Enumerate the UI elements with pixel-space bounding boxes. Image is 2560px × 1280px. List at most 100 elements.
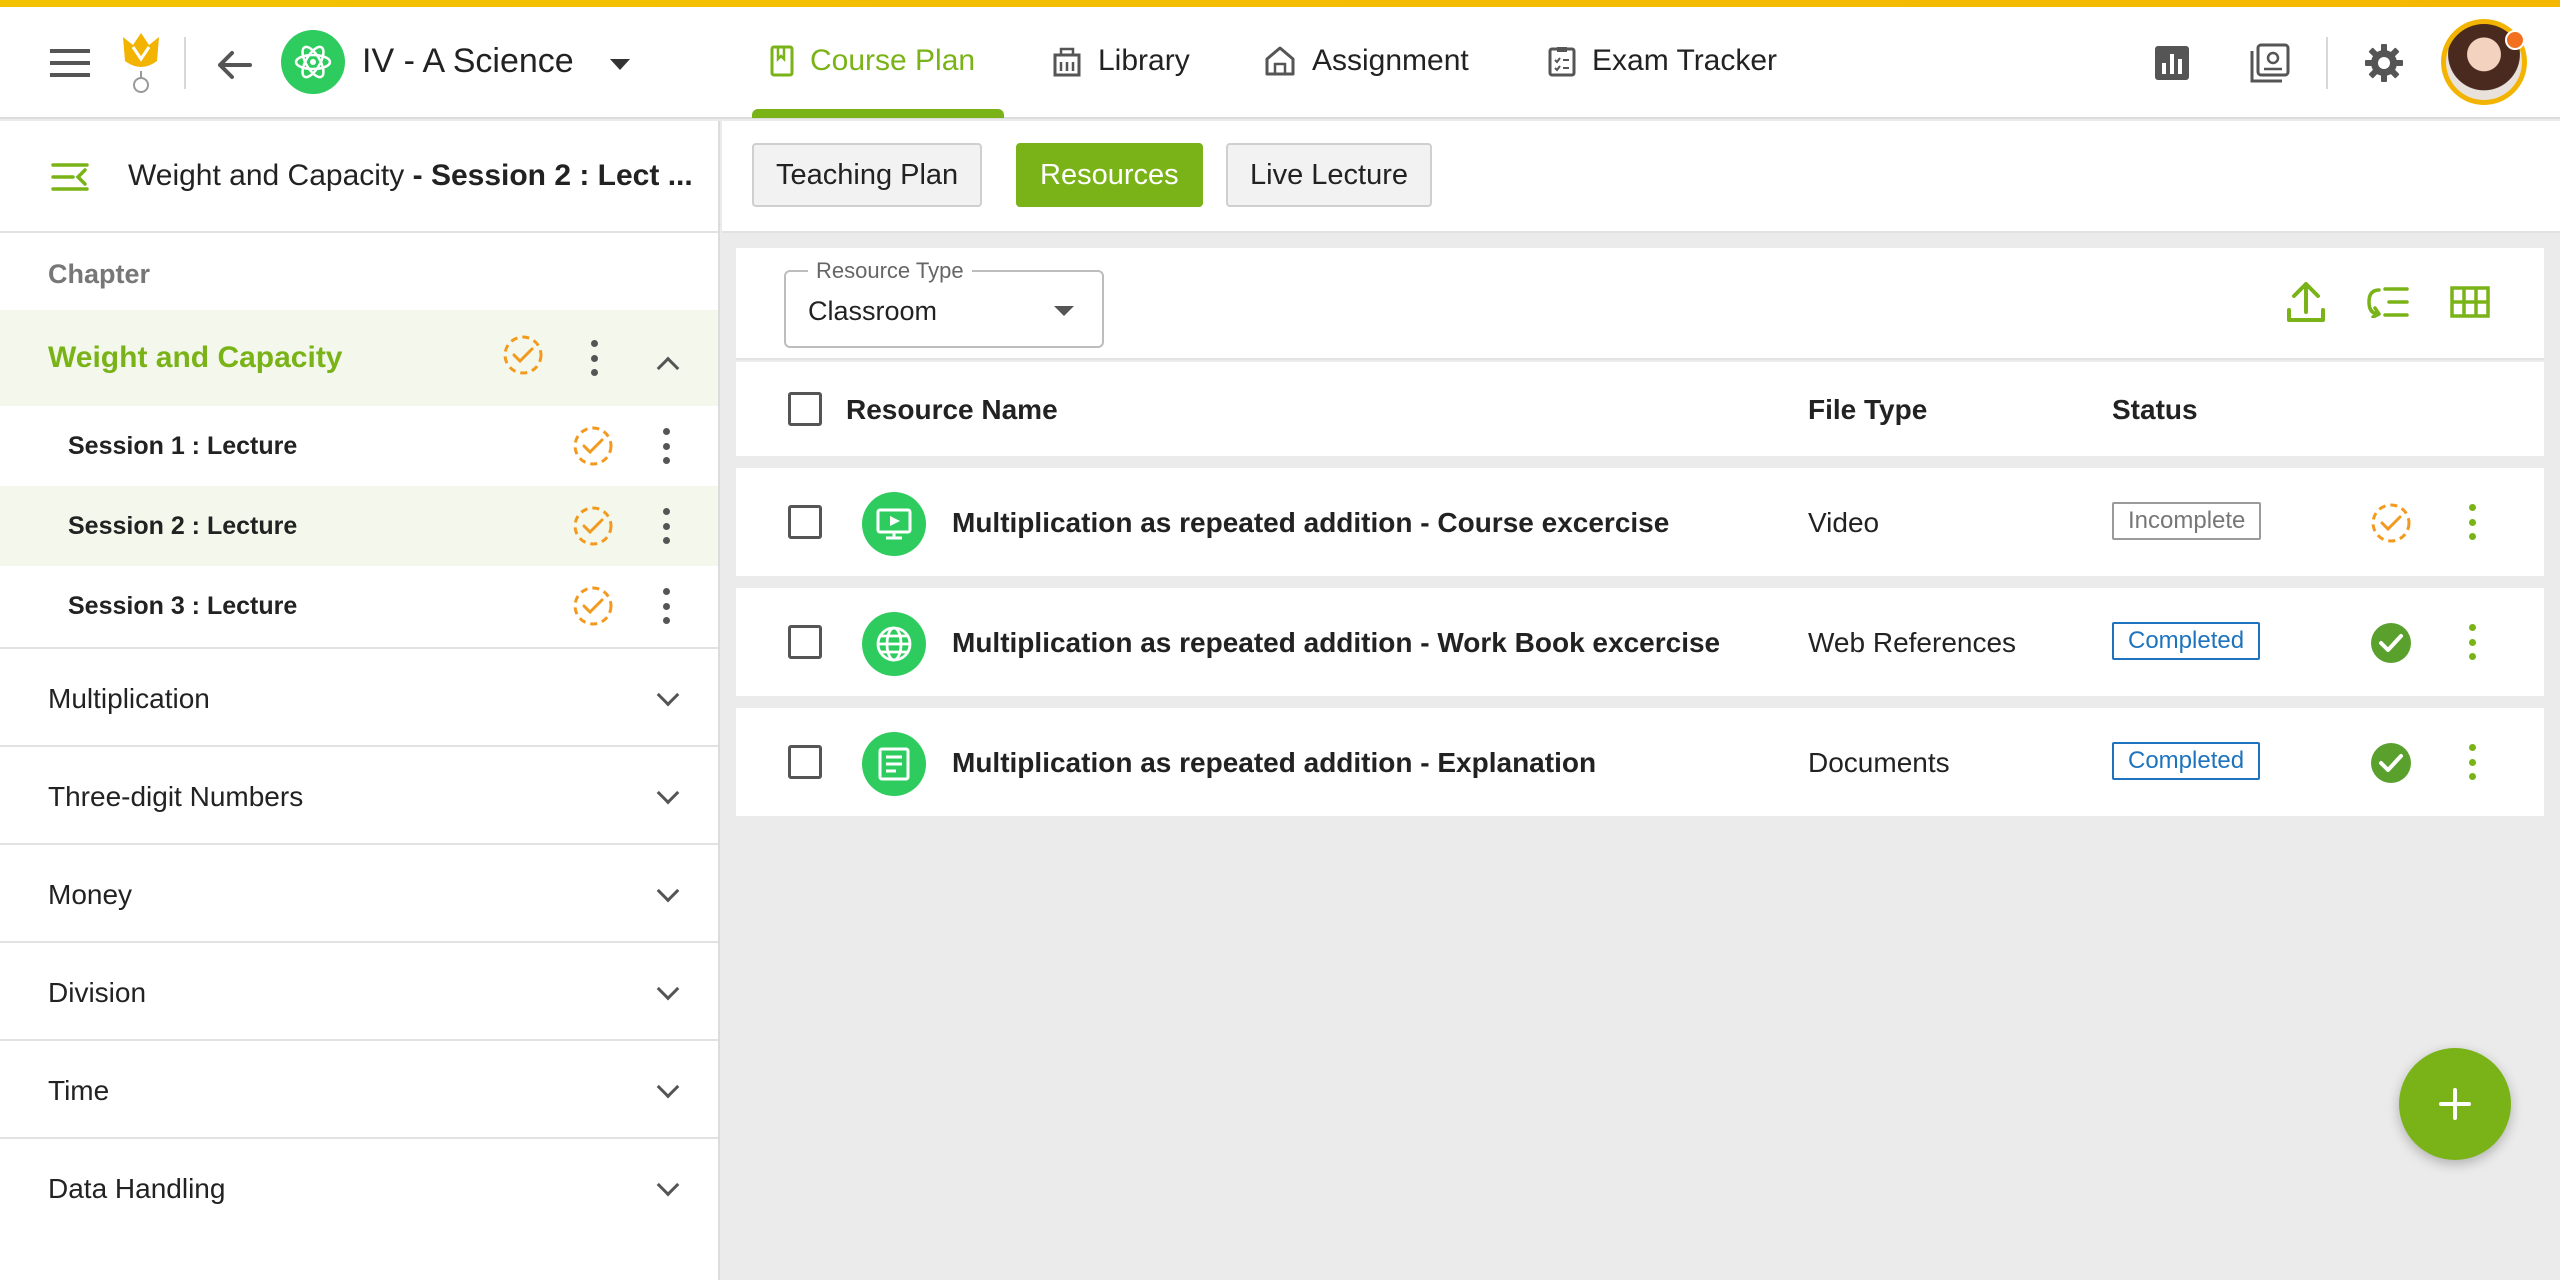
resource-type-select[interactable]: Resource Type Classroom	[784, 258, 1104, 348]
session-label: Session 3 : Lecture	[68, 592, 298, 620]
chapter-label: Data Handling	[48, 1173, 226, 1204]
class-selector[interactable]: IV - A Science	[362, 42, 574, 81]
analytics-icon[interactable]	[2152, 43, 2192, 83]
chapter-more-options[interactable]	[590, 340, 598, 376]
file-type: Web References	[1808, 627, 2017, 658]
chapter-label: Multiplication	[48, 683, 210, 714]
file-type: Video	[1808, 507, 1880, 538]
chapter-label: Division	[48, 977, 147, 1008]
checklist-icon	[1548, 47, 1576, 77]
chapter-item[interactable]: Multiplication	[0, 647, 718, 745]
pending-status-icon	[573, 426, 613, 466]
dropdown-caret-icon	[1054, 306, 1074, 316]
session-item[interactable]: Session 1 : Lecture	[0, 406, 718, 486]
breadcrumb: Weight and Capacity - Session 2 : Lect .…	[128, 159, 698, 193]
table-header: Resource Name File Type Status	[736, 362, 2544, 456]
row-checkbox[interactable]	[788, 505, 822, 539]
header-divider	[2326, 37, 2328, 89]
column-header-file-type: File Type	[1808, 394, 1928, 425]
session-item[interactable]: Session 2 : Lecture	[0, 486, 718, 566]
nav-tab-course-plan[interactable]: Course Plan	[770, 29, 975, 93]
row-checkbox[interactable]	[788, 745, 822, 779]
session-more-options[interactable]	[662, 508, 670, 544]
document-icon	[862, 732, 926, 796]
resource-type-legend: Resource Type	[808, 258, 972, 284]
collapse-sidebar-icon[interactable]	[50, 157, 90, 197]
breadcrumb-chapter: Weight and Capacity	[128, 159, 405, 192]
chevron-down-icon	[656, 879, 680, 903]
chapter-item[interactable]: Three-digit Numbers	[0, 745, 718, 843]
resource-name[interactable]: Multiplication as repeated addition - Ex…	[952, 747, 1596, 779]
chevron-down-icon[interactable]	[610, 59, 630, 70]
gear-icon[interactable]	[2362, 41, 2406, 85]
completed-check-icon[interactable]	[2370, 622, 2412, 664]
back-arrow-icon[interactable]	[212, 43, 256, 87]
chevron-down-icon	[656, 1075, 680, 1099]
pending-status-icon	[573, 586, 613, 626]
active-chapter-title: Weight and Capacity	[48, 341, 343, 374]
file-type: Documents	[1808, 747, 1950, 778]
column-header-status: Status	[2112, 394, 2198, 425]
session-tabs: Teaching Plan Resources Live Lecture	[722, 121, 2560, 233]
row-checkbox[interactable]	[788, 625, 822, 659]
tab-resources[interactable]: Resources	[1016, 143, 1203, 207]
app-logo-icon	[116, 29, 166, 99]
chapter-label: Time	[48, 1075, 110, 1106]
plus-icon	[2439, 1088, 2471, 1120]
nav-tab-assignment[interactable]: Assignment	[1264, 29, 1469, 93]
resource-name[interactable]: Multiplication as repeated addition - Wo…	[952, 627, 1720, 659]
menu-icon[interactable]	[48, 41, 92, 85]
add-resource-button[interactable]	[2399, 1048, 2511, 1160]
row-more-options[interactable]	[2468, 744, 2476, 780]
upload-icon[interactable]	[2284, 278, 2328, 326]
chapter-item[interactable]: Money	[0, 843, 718, 941]
video-icon	[862, 492, 926, 556]
nav-tab-label: Course Plan	[810, 44, 976, 77]
pending-status-icon	[573, 506, 613, 546]
column-header-resource-name: Resource Name	[846, 394, 1058, 425]
tab-teaching-plan[interactable]: Teaching Plan	[752, 143, 983, 207]
active-tab-indicator	[752, 109, 1004, 118]
session-item[interactable]: Session 3 : Lecture	[0, 566, 718, 646]
atom-icon	[281, 30, 345, 94]
chevron-down-icon	[656, 781, 680, 805]
select-all-checkbox[interactable]	[788, 392, 822, 426]
table-row[interactable]: Multiplication as repeated addition - Wo…	[736, 588, 2544, 696]
report-icon[interactable]	[2248, 41, 2292, 85]
chapter-label: Money	[48, 879, 133, 910]
sidebar-header: Weight and Capacity - Session 2 : Lect .…	[0, 121, 718, 233]
session-label: Session 2 : Lecture	[68, 512, 298, 540]
chapter-item[interactable]: Division	[0, 941, 718, 1039]
pending-status-icon[interactable]	[2370, 502, 2412, 544]
reorder-list-icon[interactable]	[2366, 282, 2410, 322]
completed-check-icon[interactable]	[2370, 742, 2412, 784]
resource-toolbar: Resource Type Classroom	[736, 248, 2544, 360]
chapter-section-label: Chapter	[48, 259, 151, 289]
chapter-item[interactable]: Time	[0, 1039, 718, 1137]
row-more-options[interactable]	[2468, 624, 2476, 660]
table-row[interactable]: Multiplication as repeated addition - Co…	[736, 468, 2544, 576]
chevron-down-icon	[656, 977, 680, 1001]
nav-tab-exam-tracker[interactable]: Exam Tracker	[1548, 29, 1777, 93]
session-more-options[interactable]	[662, 588, 670, 624]
header-divider	[184, 37, 186, 89]
chevron-up-icon[interactable]	[656, 356, 680, 380]
status-badge: Completed	[2112, 742, 2261, 780]
grid-view-icon[interactable]	[2448, 282, 2492, 322]
tab-live-lecture[interactable]: Live Lecture	[1226, 143, 1432, 207]
chapter-item[interactable]: Data Handling	[0, 1137, 718, 1235]
table-row[interactable]: Multiplication as repeated addition - Ex…	[736, 708, 2544, 816]
chevron-down-icon	[656, 1173, 680, 1197]
session-more-options[interactable]	[662, 428, 670, 464]
top-accent-strip	[0, 0, 2560, 7]
breadcrumb-session: - Session 2 : Lect ...	[404, 159, 693, 192]
row-more-options[interactable]	[2468, 504, 2476, 540]
assignment-icon	[1265, 46, 1295, 76]
resource-name[interactable]: Multiplication as repeated addition - Co…	[952, 507, 1669, 539]
resource-type-value: Classroom	[808, 296, 938, 326]
session-label: Session 1 : Lecture	[68, 432, 298, 460]
chapter-label: Three-digit Numbers	[48, 781, 304, 812]
status-badge: Completed	[2112, 622, 2261, 660]
nav-tab-label: Assignment	[1312, 44, 1469, 77]
nav-tab-library[interactable]: Library	[1052, 29, 1190, 93]
